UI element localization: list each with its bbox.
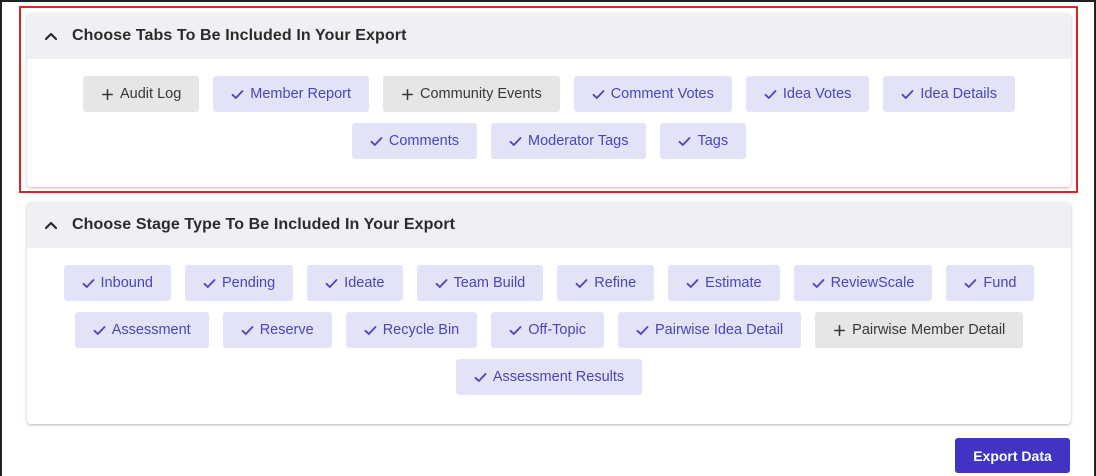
check-icon xyxy=(93,324,106,337)
chip-estimate[interactable]: Estimate xyxy=(668,265,780,301)
check-icon xyxy=(812,277,825,290)
highlight-box xyxy=(19,6,1078,193)
check-icon xyxy=(82,277,95,290)
chip-pending[interactable]: Pending xyxy=(184,265,294,301)
chip-team-build[interactable]: Team Build xyxy=(416,265,544,301)
chip-fund[interactable]: Fund xyxy=(946,265,1035,301)
chip-label: Pairwise Member Detail xyxy=(852,322,1006,338)
check-icon xyxy=(686,277,699,290)
chip-ideate[interactable]: Ideate xyxy=(307,265,403,301)
chip-label: Refine xyxy=(594,275,637,291)
chip-assessment-results[interactable]: Assessment Results xyxy=(455,359,643,395)
export-data-button[interactable]: Export Data xyxy=(955,438,1070,473)
check-icon xyxy=(575,277,588,290)
check-icon xyxy=(364,324,377,337)
chip-label: Inbound xyxy=(100,275,153,291)
chip-row: Assessment Reserve Recycle Bin Off-Topic Pai… xyxy=(27,312,1071,348)
stages-export-panel: Choose Stage Type To Be Included In Your… xyxy=(27,202,1071,424)
chip-label: Fund xyxy=(983,275,1017,291)
chip-label: Team Build xyxy=(453,275,526,291)
chip-recycle-bin[interactable]: Recycle Bin xyxy=(345,312,478,348)
chip-assessment[interactable]: Assessment xyxy=(74,312,209,348)
check-icon xyxy=(474,371,487,384)
stages-chip-list: Inbound Pending Ideate Team Build Refine Esti… xyxy=(27,265,1071,406)
chip-refine[interactable]: Refine xyxy=(557,265,655,301)
chip-off-topic[interactable]: Off-Topic xyxy=(491,312,605,348)
check-icon xyxy=(964,277,977,290)
chip-label: Assessment xyxy=(111,322,191,338)
chip-inbound[interactable]: Inbound xyxy=(63,265,171,301)
chip-row: Assessment Results xyxy=(27,359,1071,395)
chip-reserve[interactable]: Reserve xyxy=(222,312,332,348)
chip-label: ReviewScale xyxy=(830,275,915,291)
chip-label: Assessment Results xyxy=(492,369,625,385)
chip-label: Reserve xyxy=(259,322,314,338)
check-icon xyxy=(203,277,216,290)
check-icon xyxy=(509,324,522,337)
plus-icon xyxy=(833,324,846,337)
chip-label: Off-Topic xyxy=(528,322,587,338)
check-icon xyxy=(435,277,448,290)
chip-pairwise-idea-detail[interactable]: Pairwise Idea Detail xyxy=(618,312,802,348)
check-icon xyxy=(241,324,254,337)
check-icon xyxy=(325,277,338,290)
chevron-up-icon[interactable] xyxy=(45,219,57,231)
check-icon xyxy=(636,324,649,337)
chip-label: Estimate xyxy=(705,275,762,291)
chip-reviewscale[interactable]: ReviewScale xyxy=(793,265,933,301)
stages-panel-header[interactable]: Choose Stage Type To Be Included In Your… xyxy=(27,202,1071,248)
chip-row: Inbound Pending Ideate Team Build Refine Esti… xyxy=(27,265,1071,301)
chip-pairwise-member-detail[interactable]: Pairwise Member Detail xyxy=(815,312,1024,348)
chip-label: Pending xyxy=(221,275,276,291)
stages-panel-title: Choose Stage Type To Be Included In Your… xyxy=(72,216,456,233)
chip-label: Recycle Bin xyxy=(382,322,460,338)
chip-label: Ideate xyxy=(344,275,385,291)
chip-label: Pairwise Idea Detail xyxy=(655,322,784,338)
